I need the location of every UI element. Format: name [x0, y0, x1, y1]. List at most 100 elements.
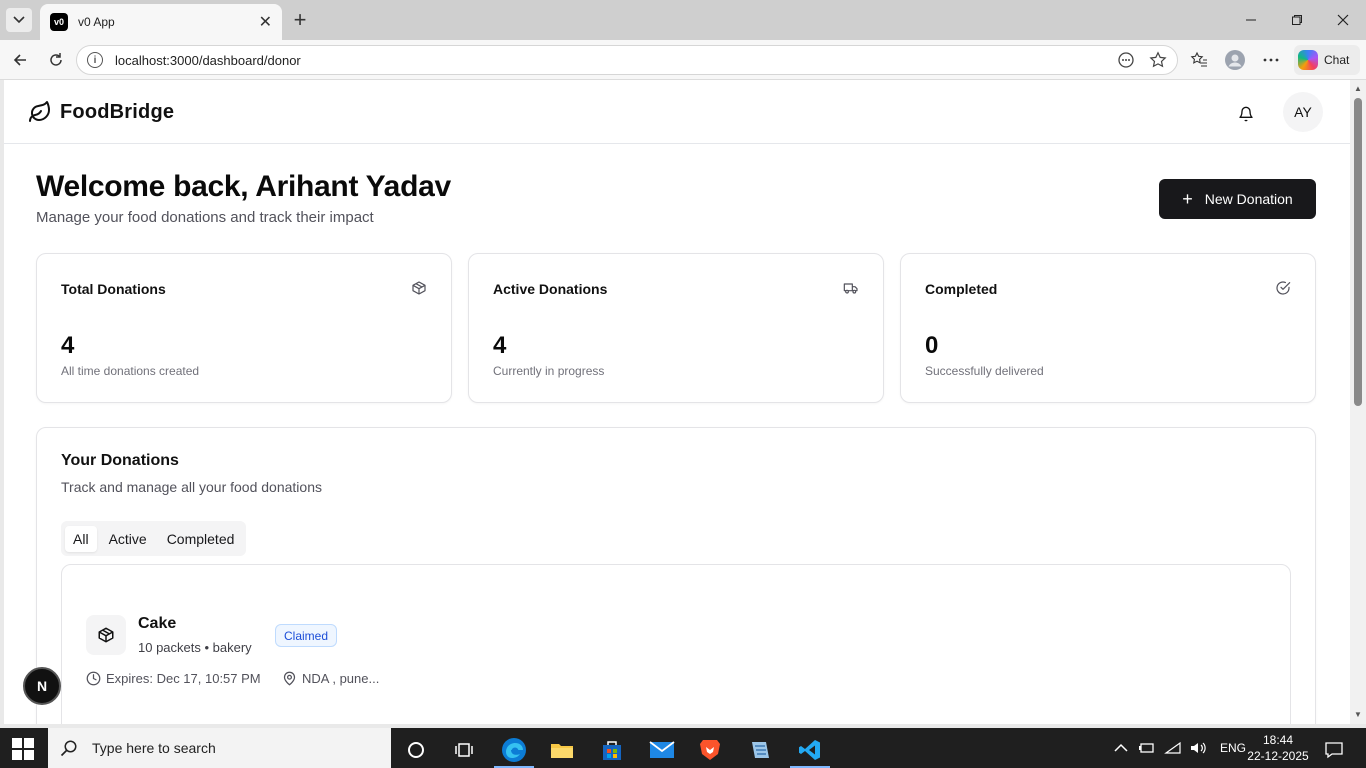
copilot-chat-button[interactable]: Chat [1294, 45, 1360, 75]
tab-completed[interactable]: Completed [159, 526, 243, 552]
package-icon [412, 281, 426, 295]
clock-time: 18:44 [1262, 733, 1294, 747]
favorites-icon [1190, 51, 1207, 67]
browser-tab-active[interactable]: v0 v0 App ✕ [40, 4, 282, 40]
reader-mode-icon[interactable] [1117, 51, 1135, 69]
donation-item-icon [86, 615, 126, 655]
notifications-button[interactable] [1234, 102, 1258, 126]
tab-close-button[interactable]: ✕ [259, 12, 272, 32]
page-subtitle: Manage your food donations and track the… [36, 209, 374, 226]
page-title: Welcome back, Arihant Yadav [36, 170, 451, 203]
task-view-button[interactable] [440, 732, 488, 768]
taskbar-notepad[interactable] [736, 732, 784, 768]
favorites-button[interactable] [1187, 48, 1211, 72]
app-header: FoodBridge AY [4, 80, 1350, 144]
map-pin-icon [283, 671, 296, 686]
taskbar-search[interactable]: Type here to search [48, 728, 391, 768]
stat-card-total-donations: Total Donations 4 All time donations cre… [36, 253, 452, 403]
tab-title: v0 App [78, 15, 115, 29]
page-scrollbar[interactable]: ▲ ▼ [1350, 80, 1366, 724]
battery-plug-icon[interactable] [1138, 741, 1156, 755]
reload-icon [50, 53, 62, 66]
more-dots-icon [1263, 58, 1279, 62]
wifi-icon[interactable] [1164, 741, 1182, 755]
browser-toolbar: i localhost:3000/dashboard/donor Chat [0, 40, 1366, 80]
stat-value: 4 [493, 332, 507, 359]
back-button[interactable] [8, 48, 32, 72]
chevron-up-icon[interactable] [1114, 743, 1128, 753]
taskbar-vscode[interactable] [786, 732, 834, 768]
location-text: NDA , pune... [302, 671, 380, 686]
tab-active[interactable]: Active [101, 526, 155, 552]
close-window-button[interactable] [1320, 0, 1366, 40]
cortana-circle-icon [408, 742, 424, 758]
stat-card-active-donations: Active Donations 4 Currently in progress [468, 253, 884, 403]
nextjs-dev-indicator[interactable]: N [23, 667, 61, 705]
brand-name: FoodBridge [60, 100, 175, 123]
windows-start-icon[interactable] [12, 738, 34, 760]
cortana-button[interactable] [392, 732, 440, 768]
user-avatar[interactable]: AY [1283, 92, 1323, 132]
url-text[interactable]: localhost:3000/dashboard/donor [115, 53, 1117, 68]
notepad-icon [752, 742, 769, 758]
settings-more-button[interactable] [1259, 48, 1283, 72]
page-viewport: FoodBridge AY Welcome back, Arihant Yada… [4, 80, 1350, 724]
check-circle-icon [1276, 281, 1291, 295]
folder-icon [551, 744, 573, 758]
system-tray: ENG [1114, 728, 1246, 768]
taskbar-mail[interactable] [638, 732, 686, 768]
brand-logo[interactable]: FoodBridge [28, 100, 174, 124]
mail-icon [649, 741, 675, 758]
search-icon [60, 740, 77, 757]
stat-title: Active Donations [493, 281, 608, 297]
taskbar-file-explorer[interactable] [538, 732, 586, 768]
profile-icon [1225, 50, 1245, 70]
reload-button[interactable] [44, 48, 68, 72]
minimize-icon [1246, 19, 1256, 21]
taskbar-edge[interactable] [490, 732, 538, 768]
address-bar[interactable]: i localhost:3000/dashboard/donor [76, 45, 1178, 75]
favicon-icon: v0 [50, 13, 68, 31]
profile-button[interactable] [1223, 48, 1247, 72]
stat-card-completed: Completed 0 Successfully delivered [900, 253, 1316, 403]
scroll-up-arrow-icon[interactable]: ▲ [1354, 84, 1362, 93]
minimize-button[interactable] [1228, 0, 1274, 40]
plus-icon: + [1182, 189, 1193, 209]
chevron-down-icon [13, 16, 25, 24]
stat-description: Successfully delivered [925, 364, 1044, 378]
new-donation-button[interactable]: + New Donation [1159, 179, 1316, 219]
status-badge: Claimed [275, 624, 338, 647]
site-info-icon[interactable]: i [87, 52, 103, 68]
scrollbar-thumb[interactable] [1354, 98, 1362, 406]
new-donation-label: New Donation [1204, 191, 1293, 207]
chat-label: Chat [1324, 53, 1350, 67]
stat-title: Total Donations [61, 281, 166, 297]
stat-title: Completed [925, 281, 998, 297]
volume-icon[interactable] [1190, 741, 1208, 755]
new-tab-button[interactable]: + [289, 7, 311, 32]
donation-expiry: Expires: Dec 17, 10:57 PM [86, 671, 261, 686]
taskbar-brave[interactable] [686, 732, 734, 768]
vscode-icon [799, 740, 820, 760]
stat-description: Currently in progress [493, 364, 605, 378]
browser-tabstrip: v0 v0 App ✕ + [0, 0, 1366, 40]
restore-button[interactable] [1274, 0, 1320, 40]
donation-item-card[interactable]: Cake 10 packets • bakery Claimed Expires… [61, 564, 1291, 724]
truck-icon [843, 283, 858, 294]
stat-value: 4 [61, 332, 75, 359]
bell-icon [1239, 106, 1253, 122]
scroll-down-arrow-icon[interactable]: ▼ [1354, 710, 1362, 719]
windows-taskbar: Type here to search ENG 18:44 22-12-2025 [0, 728, 1366, 768]
tab-actions-menu-button[interactable] [6, 8, 32, 32]
search-placeholder: Type here to search [92, 740, 216, 756]
favorite-star-icon[interactable] [1149, 51, 1167, 69]
stat-value: 0 [925, 332, 939, 359]
notification-center-button[interactable] [1312, 732, 1356, 768]
stat-description: All time donations created [61, 364, 200, 378]
expiry-text: Expires: Dec 17, 10:57 PM [106, 671, 261, 686]
taskbar-clock[interactable]: 18:44 22-12-2025 [1240, 732, 1316, 764]
your-donations-card: Your Donations Track and manage all your… [36, 427, 1316, 724]
taskbar-store[interactable] [588, 732, 636, 768]
donation-item-name: Cake [138, 615, 177, 632]
tab-all[interactable]: All [65, 525, 97, 552]
